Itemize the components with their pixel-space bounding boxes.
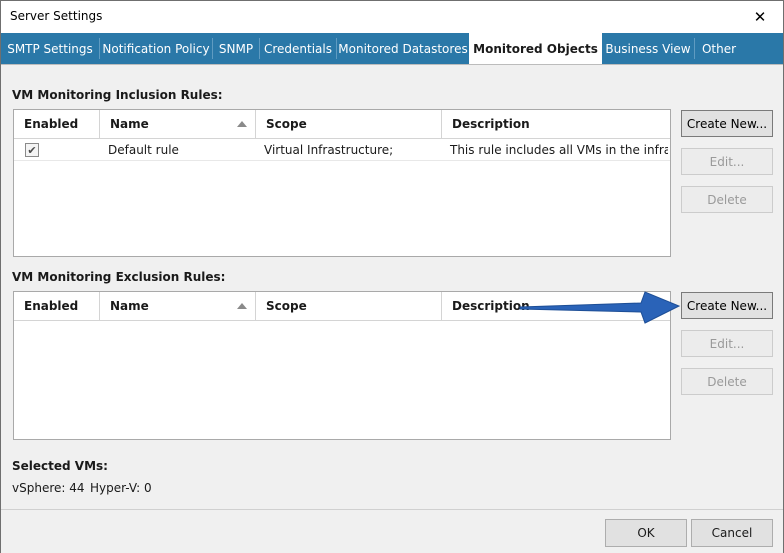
grid-header: Enabled Name Scope Description	[14, 292, 670, 321]
column-name[interactable]: Name	[100, 292, 256, 320]
row-name-cell: Default rule	[108, 143, 179, 157]
column-name-label: Name	[110, 117, 149, 131]
inclusion-delete-button[interactable]: Delete	[681, 186, 773, 213]
close-icon[interactable]: ✕	[737, 1, 783, 33]
tab-credentials[interactable]: Credentials	[260, 33, 336, 64]
server-settings-window: Server Settings ✕ SMTP Settings Notifica…	[0, 0, 784, 553]
inclusion-rules-grid[interactable]: Enabled Name Scope Description ✔ Default…	[13, 109, 671, 257]
sort-ascending-icon	[237, 303, 247, 309]
ok-button[interactable]: OK	[605, 519, 687, 547]
column-name-label: Name	[110, 299, 149, 313]
tab-snmp[interactable]: SNMP	[213, 33, 259, 64]
column-enabled[interactable]: Enabled	[14, 110, 100, 138]
dialog-footer: OK Cancel	[1, 509, 783, 553]
tab-smtp-settings[interactable]: SMTP Settings	[1, 33, 99, 64]
column-enabled[interactable]: Enabled	[14, 292, 100, 320]
row-enabled-cell: ✔	[14, 139, 100, 161]
vsphere-count: vSphere: 44	[12, 481, 85, 495]
column-scope[interactable]: Scope	[256, 110, 442, 138]
exclusion-edit-button[interactable]: Edit...	[681, 330, 773, 357]
column-description[interactable]: Description	[442, 292, 670, 320]
selected-vms-label: Selected VMs:	[12, 459, 108, 473]
inclusion-rules-label: VM Monitoring Inclusion Rules:	[12, 88, 223, 102]
checkmark-icon: ✔	[27, 143, 37, 157]
tab-strip: SMTP Settings Notification Policy SNMP C…	[1, 33, 783, 65]
enabled-checkbox[interactable]: ✔	[25, 143, 39, 157]
row-description-cell: This rule includes all VMs in the infras…	[450, 143, 668, 157]
grid-header: Enabled Name Scope Description	[14, 110, 670, 139]
tab-other[interactable]: Other	[695, 33, 743, 64]
column-description[interactable]: Description	[442, 110, 670, 138]
inclusion-create-new-button[interactable]: Create New...	[681, 110, 773, 137]
inclusion-edit-button[interactable]: Edit...	[681, 148, 773, 175]
row-scope-cell: Virtual Infrastructure;	[264, 143, 394, 157]
tab-business-view[interactable]: Business View	[602, 33, 694, 64]
cancel-button[interactable]: Cancel	[691, 519, 773, 547]
title-bar: Server Settings ✕	[1, 1, 783, 33]
exclusion-create-new-button[interactable]: Create New...	[681, 292, 773, 319]
exclusion-delete-button[interactable]: Delete	[681, 368, 773, 395]
tab-monitored-objects[interactable]: Monitored Objects	[469, 33, 602, 65]
tab-notification-policy[interactable]: Notification Policy	[100, 33, 212, 64]
column-name[interactable]: Name	[100, 110, 256, 138]
column-scope[interactable]: Scope	[256, 292, 442, 320]
tab-monitored-datastores[interactable]: Monitored Datastores	[337, 33, 469, 64]
exclusion-rules-grid[interactable]: Enabled Name Scope Description	[13, 291, 671, 440]
table-row[interactable]: ✔ Default rule Virtual Infrastructure; T…	[14, 139, 670, 161]
sort-ascending-icon	[237, 121, 247, 127]
hyperv-count: Hyper-V: 0	[90, 481, 152, 495]
exclusion-rules-label: VM Monitoring Exclusion Rules:	[12, 270, 226, 284]
window-title: Server Settings	[10, 9, 103, 23]
